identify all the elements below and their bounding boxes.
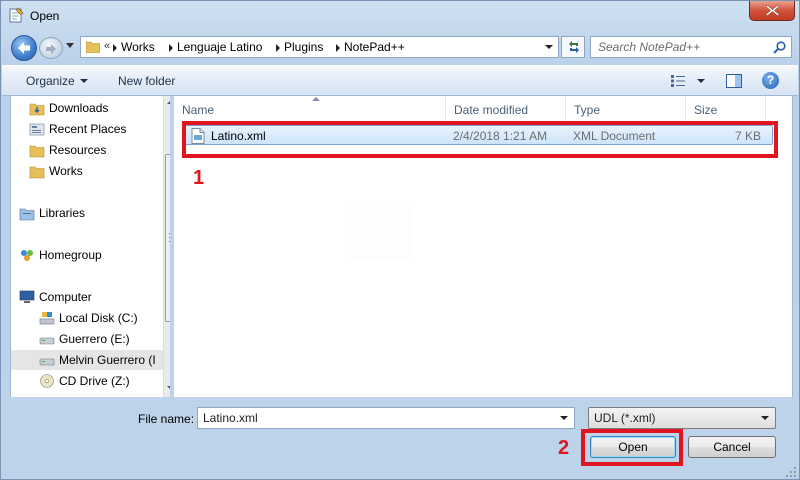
sort-ascending-icon	[312, 97, 320, 101]
annotation-step-2: 2	[558, 437, 570, 459]
nav-item-recent-places[interactable]: Recent Places	[29, 119, 163, 139]
search-input[interactable]: Search NotePad++	[598, 40, 700, 54]
breadcrumb-separator-icon[interactable]	[169, 44, 173, 52]
back-arrow-icon	[18, 42, 30, 54]
scroll-down-icon[interactable]	[167, 386, 170, 390]
nav-item-melvin-guerrero[interactable]: Melvin Guerrero (I	[11, 350, 163, 370]
preview-pane-icon[interactable]	[726, 74, 742, 88]
nav-item-downloads[interactable]: Downloads	[29, 98, 163, 118]
breadcrumb-notepadpp[interactable]: NotePad++	[344, 40, 405, 54]
file-name-dropdown-icon[interactable]	[560, 416, 568, 420]
local-disk-icon	[39, 312, 55, 325]
drag-ghost-area	[345, 207, 413, 261]
forward-arrow-icon	[46, 44, 56, 54]
file-type-value: UDL (*.xml)	[594, 411, 656, 425]
forward-button[interactable]	[39, 37, 63, 59]
view-dropdown-icon[interactable]	[697, 79, 705, 83]
organize-button[interactable]: Organize	[26, 74, 75, 88]
nav-item-guerrero-e[interactable]: Guerrero (E:)	[39, 329, 163, 349]
notepad-icon	[9, 7, 24, 23]
breadcrumb-separator-icon[interactable]	[336, 44, 340, 52]
resize-grip-icon[interactable]	[785, 466, 797, 478]
file-type-select[interactable]: UDL (*.xml)	[588, 407, 776, 429]
downloads-folder-icon	[29, 103, 45, 116]
file-type-dropdown-icon[interactable]	[761, 416, 769, 420]
back-button[interactable]	[11, 35, 37, 61]
breadcrumb-separator-icon[interactable]	[113, 44, 117, 52]
annotation-box-step-1	[182, 121, 778, 158]
nav-item-label: Libraries	[39, 206, 86, 220]
nav-item-local-disk-c[interactable]: Local Disk (C:)	[39, 308, 163, 328]
nav-item-works[interactable]: Works	[29, 161, 163, 181]
breadcrumb-works[interactable]: Works	[121, 40, 155, 54]
nav-item-label: Recent Places	[49, 122, 127, 136]
nav-item-label: Homegroup	[39, 248, 102, 262]
nav-item-label: Local Disk (C:)	[59, 311, 138, 325]
scrollbar-thumb[interactable]	[165, 154, 170, 322]
breadcrumb-plugins[interactable]: Plugins	[284, 40, 323, 54]
window-title: Open	[30, 9, 60, 23]
change-view-icon[interactable]	[670, 74, 686, 88]
title-bar: Open	[1, 1, 799, 31]
file-name-label: File name:	[138, 412, 195, 426]
nav-item-libraries[interactable]: Libraries	[19, 203, 163, 223]
close-button[interactable]	[749, 1, 795, 21]
new-folder-button[interactable]: New folder	[118, 74, 175, 88]
search-icon[interactable]	[773, 41, 786, 54]
close-icon	[766, 5, 779, 16]
nav-item-label: Computer	[39, 290, 92, 304]
command-toolbar: Organize New folder ?	[2, 65, 798, 96]
nav-item-label: Melvin Guerrero (I	[59, 353, 156, 367]
address-bar[interactable]: « Works Lenguaje Latino Plugins NotePad+…	[80, 36, 559, 58]
nav-item-label: Downloads	[49, 101, 109, 115]
search-box[interactable]: Search NotePad++	[590, 36, 792, 58]
refresh-icon	[569, 41, 579, 53]
address-overflow-chevron[interactable]: «	[104, 40, 110, 52]
column-header-date-modified[interactable]: Date modified	[446, 96, 566, 121]
file-name-input[interactable]: Latino.xml	[197, 407, 575, 429]
navigation-pane: Downloads Recent Places Resources Works …	[10, 96, 170, 397]
help-icon[interactable]: ?	[762, 72, 779, 89]
scroll-up-icon[interactable]	[167, 100, 170, 104]
libraries-icon	[19, 208, 35, 221]
nav-item-label: Guerrero (E:)	[59, 332, 130, 346]
file-name-value: Latino.xml	[203, 411, 258, 425]
breadcrumb-lenguaje-latino[interactable]: Lenguaje Latino	[177, 40, 262, 54]
drive-icon	[39, 358, 55, 366]
open-dialog: Open « Works Lenguaje Latino Plugins Not…	[0, 0, 800, 480]
column-header-size[interactable]: Size	[686, 96, 766, 121]
column-header-name[interactable]: Name	[174, 96, 446, 121]
folder-icon	[29, 145, 45, 158]
nav-item-computer[interactable]: Computer	[19, 287, 163, 307]
organize-dropdown-icon[interactable]	[80, 79, 88, 83]
recent-places-icon	[29, 123, 45, 136]
folder-icon	[29, 166, 45, 179]
column-header-type[interactable]: Type	[566, 96, 686, 121]
annotation-box-step-2	[581, 429, 683, 466]
folder-icon	[86, 41, 100, 53]
cancel-button[interactable]: Cancel	[688, 436, 776, 458]
refresh-button[interactable]	[561, 36, 585, 58]
drive-icon	[39, 337, 55, 345]
nav-item-homegroup[interactable]: Homegroup	[19, 245, 163, 265]
homegroup-icon	[21, 250, 33, 261]
breadcrumb-separator-icon[interactable]	[276, 44, 280, 52]
nav-item-label: Works	[49, 164, 83, 178]
computer-icon	[19, 290, 35, 303]
cd-drive-icon	[40, 374, 54, 388]
nav-item-cd-drive-z[interactable]: CD Drive (Z:)	[39, 371, 163, 391]
nav-item-label: CD Drive (Z:)	[59, 374, 130, 388]
nav-scrollbar[interactable]	[163, 96, 170, 397]
scrollbar-grip-icon	[169, 233, 170, 242]
history-dropdown-icon[interactable]	[66, 43, 74, 49]
nav-item-label: Resources	[49, 143, 107, 157]
address-dropdown-icon[interactable]	[545, 45, 553, 49]
nav-item-resources[interactable]: Resources	[29, 140, 163, 160]
annotation-step-1: 1	[193, 167, 205, 189]
